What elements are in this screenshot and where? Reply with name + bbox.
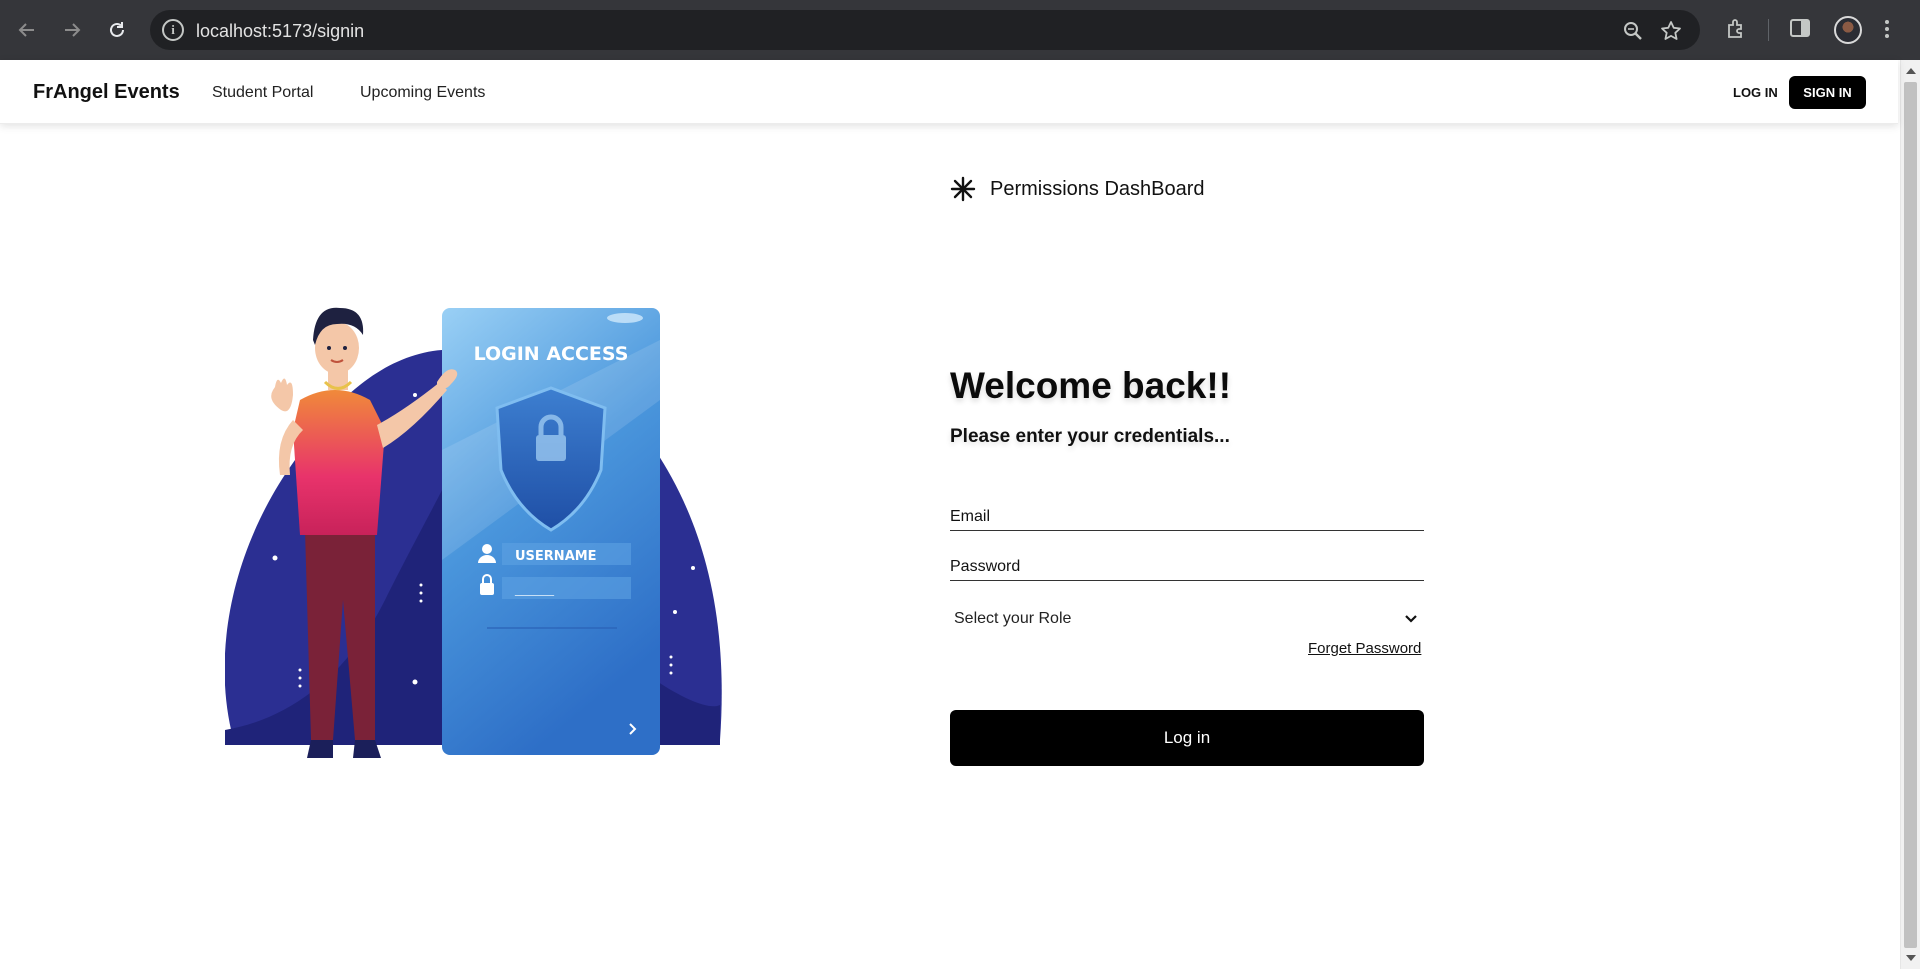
asterisk-logo-icon bbox=[950, 176, 976, 202]
login-link[interactable]: LOG IN bbox=[1733, 85, 1778, 100]
url-text[interactable]: localhost:5173/signin bbox=[196, 21, 364, 42]
illustration-username: USERNAME bbox=[515, 549, 597, 564]
back-icon[interactable] bbox=[12, 15, 42, 45]
chevron-down-icon bbox=[1405, 615, 1417, 623]
toolbar-divider bbox=[1768, 19, 1769, 41]
scroll-up-icon[interactable] bbox=[1906, 68, 1916, 74]
login-illustration: LOGIN ACCESS USERNAME ______ bbox=[224, 300, 725, 770]
forget-password-link[interactable]: Forget Password bbox=[1308, 640, 1421, 657]
password-field[interactable] bbox=[950, 547, 1424, 581]
menu-dots-icon[interactable] bbox=[1882, 17, 1908, 43]
login-submit-button[interactable]: Log in bbox=[950, 710, 1424, 766]
signin-button[interactable]: SIGN IN bbox=[1789, 76, 1866, 109]
extensions-icon[interactable] bbox=[1724, 17, 1750, 43]
zoom-icon[interactable] bbox=[1622, 20, 1646, 42]
reload-icon[interactable] bbox=[102, 15, 132, 45]
address-bar[interactable]: i localhost:5173/signin bbox=[150, 10, 1700, 50]
browser-toolbar: i localhost:5173/signin bbox=[0, 0, 1920, 60]
illustration-password-mask: ______ bbox=[514, 582, 555, 597]
illustration-title: LOGIN ACCESS bbox=[474, 343, 629, 365]
site-header: FrAngel Events Student Portal Upcoming E… bbox=[0, 60, 1898, 124]
side-panel-icon[interactable] bbox=[1789, 17, 1815, 43]
forward-icon[interactable] bbox=[57, 15, 87, 45]
credentials-subheading: Please enter your credentials... bbox=[950, 426, 1230, 447]
dashboard-title: Permissions DashBoard bbox=[950, 174, 1205, 204]
site-info-icon[interactable]: i bbox=[162, 19, 184, 41]
bookmark-star-icon[interactable] bbox=[1660, 20, 1684, 42]
welcome-heading: Welcome back!! bbox=[950, 365, 1232, 406]
nav-student-portal[interactable]: Student Portal bbox=[212, 84, 313, 102]
profile-avatar[interactable] bbox=[1834, 16, 1862, 44]
role-select[interactable]: Select your Role bbox=[950, 604, 1424, 634]
dashboard-title-text: Permissions DashBoard bbox=[990, 177, 1205, 200]
scrollbar-thumb[interactable] bbox=[1904, 82, 1917, 948]
scroll-down-icon[interactable] bbox=[1906, 955, 1916, 961]
email-field[interactable] bbox=[950, 497, 1424, 531]
brand-logo[interactable]: FrAngel Events bbox=[33, 81, 180, 104]
page-scrollbar[interactable] bbox=[1900, 60, 1920, 969]
nav-upcoming-events[interactable]: Upcoming Events bbox=[360, 84, 485, 102]
role-select-value: Select your Role bbox=[954, 610, 1072, 627]
